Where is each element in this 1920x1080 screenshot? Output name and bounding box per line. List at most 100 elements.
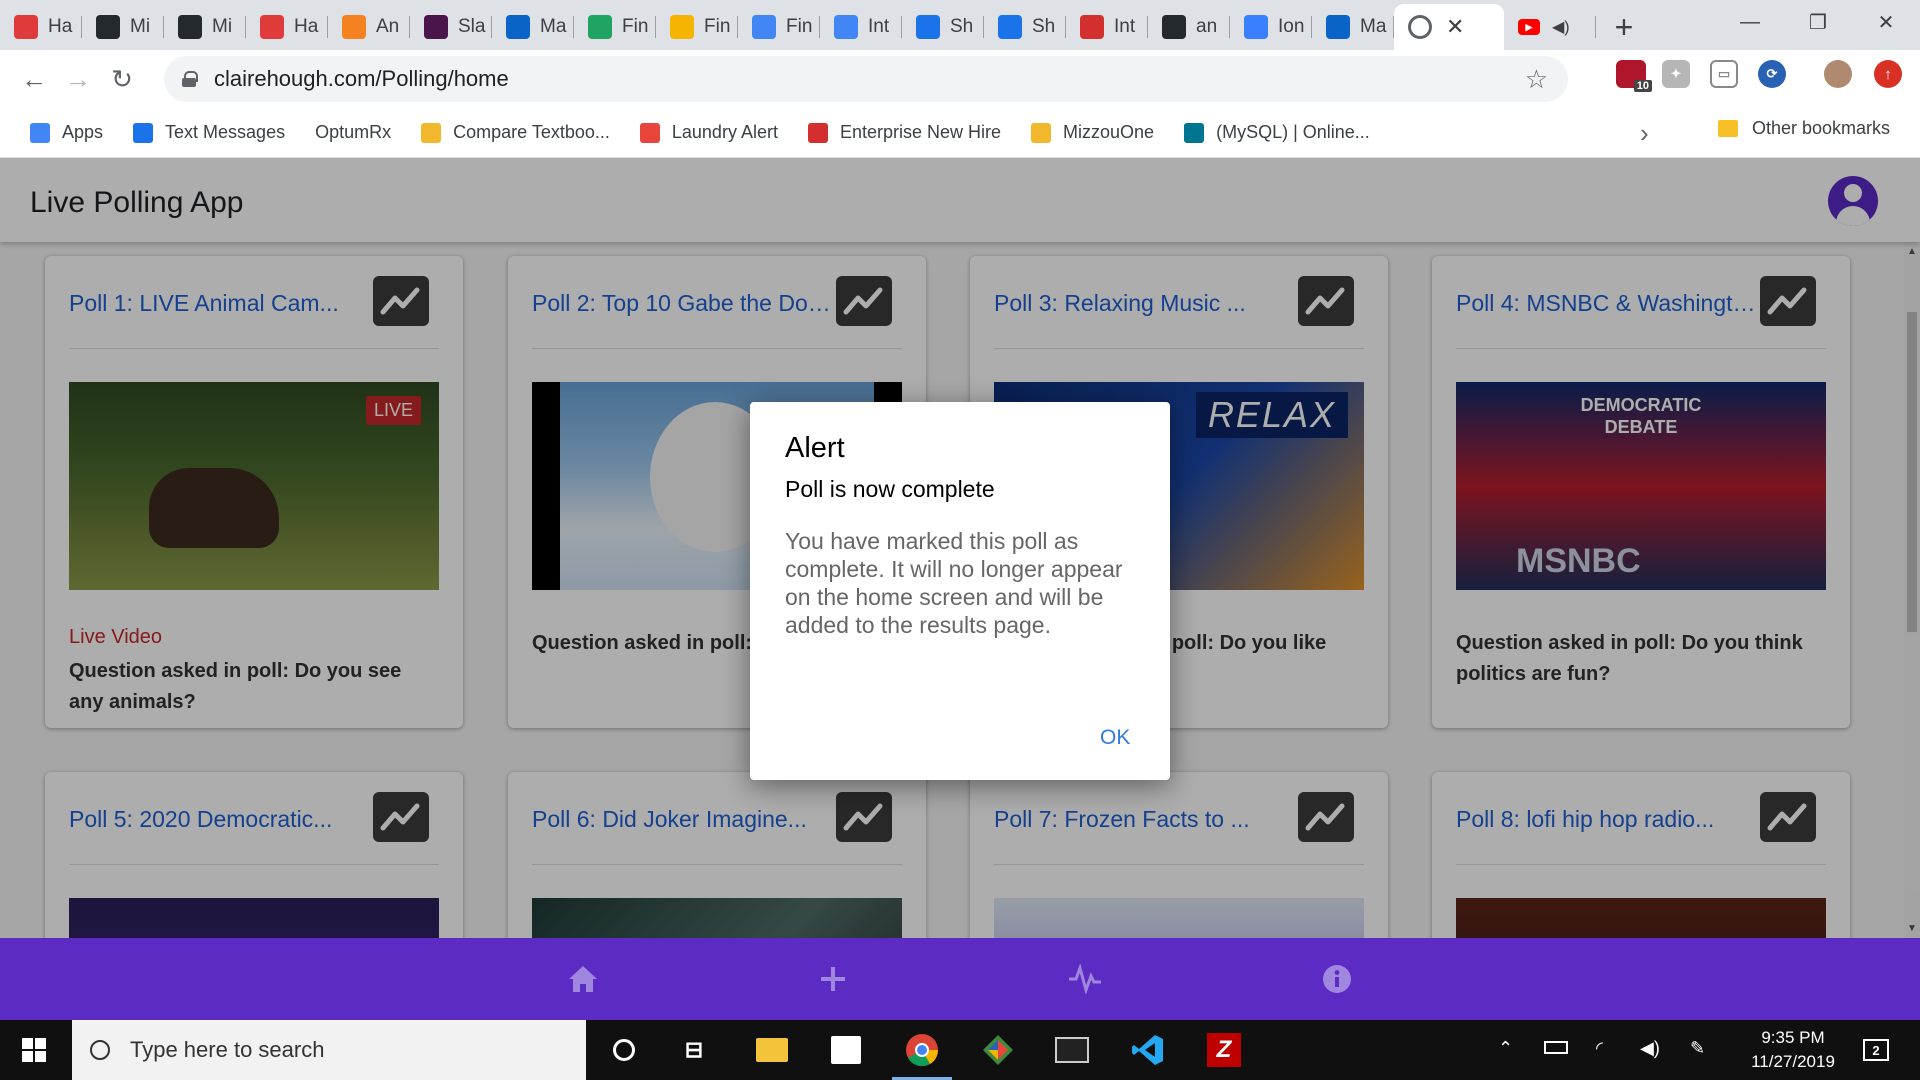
outlook-icon	[1326, 15, 1350, 39]
chevron-up-icon[interactable]: ⌃	[1498, 1038, 1513, 1059]
tab-title: Fin	[704, 16, 731, 37]
close-window-button[interactable]: ✕	[1852, 0, 1920, 44]
tab-title: Int	[1114, 16, 1136, 37]
windows-start-icon[interactable]	[22, 1038, 46, 1062]
forward-button[interactable]: →	[56, 57, 100, 101]
bookmark-item[interactable]: (MySQL) | Online...	[1184, 122, 1370, 143]
tab-title: Sh	[1032, 16, 1056, 37]
tab-active[interactable]: ✕	[1394, 4, 1504, 50]
tab-item[interactable]: Sla	[410, 4, 492, 50]
bookmark-item[interactable]: Laundry Alert	[639, 122, 778, 143]
puzzle-extension-icon[interactable]: ✦	[1662, 60, 1690, 88]
other-bookmarks[interactable]: Other bookmarks	[1718, 118, 1890, 139]
tab-item[interactable]: Fin	[738, 4, 820, 50]
tab-item[interactable]: Ion	[1230, 4, 1312, 50]
chevron-right-icon[interactable]: ›	[1640, 118, 1649, 149]
lastpass-extension-icon[interactable]: 10	[1616, 60, 1652, 92]
bookmark-item[interactable]: Compare Textboo...	[421, 122, 610, 143]
address-bar[interactable]: clairehough.com/Polling/home ☆	[164, 56, 1568, 102]
tab-item[interactable]: Mi	[164, 4, 246, 50]
profile-avatar[interactable]	[1824, 60, 1852, 88]
activity-icon[interactable]	[1064, 958, 1106, 1000]
filezilla-icon[interactable]: Z	[1206, 1032, 1242, 1068]
slides-icon	[670, 15, 694, 39]
tab-title: An	[376, 16, 400, 37]
tab-title: Fin	[786, 16, 813, 37]
reload-button[interactable]: ↻	[100, 57, 144, 101]
bookmark-item[interactable]: OptumRx	[315, 122, 391, 143]
speaker-icon[interactable]: ◀)	[1552, 17, 1570, 37]
tab-item[interactable]: an	[1148, 4, 1230, 50]
tab-strip: Ha Mi Mi Ha An Sla Ma Fin Fin Fin Int Sh Sh Int an Ion M…	[0, 0, 1920, 50]
info-icon[interactable]	[1316, 958, 1358, 1000]
store-icon[interactable]	[828, 1032, 864, 1068]
dialog-subheader: Poll is now complete	[785, 476, 995, 502]
bookmark-label: OptumRx	[315, 122, 392, 142]
sync-extension-icon[interactable]: ⟳	[1758, 60, 1786, 88]
tab-item[interactable]: Fin	[656, 4, 738, 50]
update-icon[interactable]: ↑	[1874, 60, 1902, 88]
clock[interactable]: 9:35 PM 11/27/2019	[1738, 1026, 1848, 1074]
tab-item[interactable]: An	[328, 4, 410, 50]
bookmark-label: Compare Textboo...	[453, 122, 610, 142]
cortana-icon[interactable]	[606, 1032, 642, 1068]
tab-title: Mi	[212, 16, 233, 37]
bookmark-item[interactable]: Apps	[30, 122, 103, 143]
tab-item[interactable]: Ma	[492, 4, 574, 50]
chrome-icon[interactable]	[892, 1032, 952, 1080]
restore-button[interactable]: ❐	[1784, 0, 1852, 44]
bookmark-item[interactable]: MizzouOne	[1031, 122, 1154, 143]
tab-item[interactable]: Int	[1066, 4, 1148, 50]
vscode-icon[interactable]	[1130, 1032, 1166, 1068]
bookmark-label: Enterprise New Hire	[839, 122, 1002, 142]
task-view-icon[interactable]: ⊟	[676, 1032, 712, 1068]
taskbar-search-placeholder: Type here to search	[130, 1037, 325, 1062]
tab-youtube[interactable]: ▶ ◀)	[1504, 4, 1596, 50]
tab-title: an	[1196, 16, 1218, 37]
info-i-icon	[1080, 15, 1104, 39]
tab-item[interactable]: Ha	[0, 4, 82, 50]
home-icon[interactable]	[562, 958, 604, 1000]
tab-title: Ma	[540, 16, 567, 37]
tab-item[interactable]: Sh	[984, 4, 1066, 50]
add-icon[interactable]	[812, 958, 854, 1000]
notifications-icon[interactable]: 2	[1858, 1032, 1894, 1068]
battery-icon[interactable]	[1544, 1038, 1568, 1059]
tab-item[interactable]: Mi	[82, 4, 164, 50]
ok-button[interactable]: OK	[1100, 726, 1130, 750]
bookmarks-bar: Apps Text Messages OptumRx Compare Textboo.…	[0, 108, 1920, 158]
cast-extension-icon[interactable]: ▭	[1710, 60, 1738, 88]
folder-icon	[1718, 120, 1738, 137]
wifi-icon[interactable]: ◜	[1596, 1038, 1603, 1059]
box-icon	[342, 15, 366, 39]
tab-title: Mi	[130, 16, 151, 37]
tab-item[interactable]: Ma	[1312, 4, 1394, 50]
tab-item[interactable]: Int	[820, 4, 902, 50]
github-icon	[178, 15, 202, 39]
window-controls: — ❐ ✕	[1716, 0, 1920, 44]
bookmark-label: MizzouOne	[1063, 122, 1155, 142]
tab-title: Int	[868, 16, 890, 37]
new-tab-button[interactable]: +	[1596, 4, 1652, 50]
pen-icon[interactable]: ✎	[1690, 1038, 1705, 1059]
volume-icon[interactable]: ◀)	[1640, 1038, 1660, 1059]
terminal-icon[interactable]	[1054, 1032, 1090, 1068]
url-text[interactable]: clairehough.com/Polling/home	[214, 66, 509, 92]
tab-item[interactable]: Ha	[246, 4, 328, 50]
bookmark-item[interactable]: Text Messages	[133, 122, 285, 143]
tab-title: Ion	[1278, 16, 1305, 37]
tab-title: Ma	[1360, 16, 1387, 37]
taskbar-search-box[interactable]: Type here to search	[72, 1020, 586, 1080]
tab-item[interactable]: Sh	[902, 4, 984, 50]
file-explorer-icon[interactable]	[754, 1032, 790, 1068]
github-icon	[1162, 15, 1186, 39]
git-icon[interactable]	[980, 1032, 1016, 1068]
back-button[interactable]: ←	[12, 57, 56, 101]
dialog-header: Alert	[785, 432, 845, 464]
bookmark-item[interactable]: Enterprise New Hire	[807, 122, 1002, 143]
tab-item[interactable]: Fin	[574, 4, 656, 50]
close-tab-icon[interactable]: ✕	[1446, 14, 1464, 40]
bookmark-star-icon[interactable]: ☆	[1525, 64, 1548, 95]
info-i-icon	[807, 122, 828, 143]
minimize-button[interactable]: —	[1716, 0, 1784, 44]
